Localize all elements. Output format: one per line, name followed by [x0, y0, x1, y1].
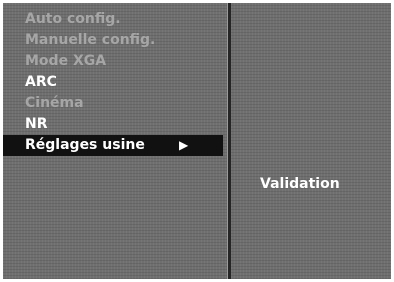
menu-item-nr[interactable]: NR	[3, 114, 227, 135]
menu-item-arc[interactable]: ARC	[3, 72, 227, 93]
menu-item-factory-reset-label: Réglages usine	[25, 137, 145, 153]
menu-list: Auto config. Manuelle config. Mode XGA A…	[3, 9, 227, 156]
validation-option[interactable]: Validation	[260, 174, 340, 195]
play-arrow-icon: ▶	[179, 138, 189, 152]
main-menu-panel: Auto config. Manuelle config. Mode XGA A…	[3, 3, 228, 279]
osd-menu: Auto config. Manuelle config. Mode XGA A…	[3, 3, 391, 279]
submenu-panel: Validation	[231, 3, 391, 279]
menu-item-auto-config[interactable]: Auto config.	[3, 9, 227, 30]
menu-item-mode-xga[interactable]: Mode XGA	[3, 51, 227, 72]
menu-item-cinema[interactable]: Cinéma	[3, 93, 227, 114]
menu-item-manual-config[interactable]: Manuelle config.	[3, 30, 227, 51]
menu-item-factory-reset[interactable]: Réglages usine ▶	[3, 135, 223, 156]
